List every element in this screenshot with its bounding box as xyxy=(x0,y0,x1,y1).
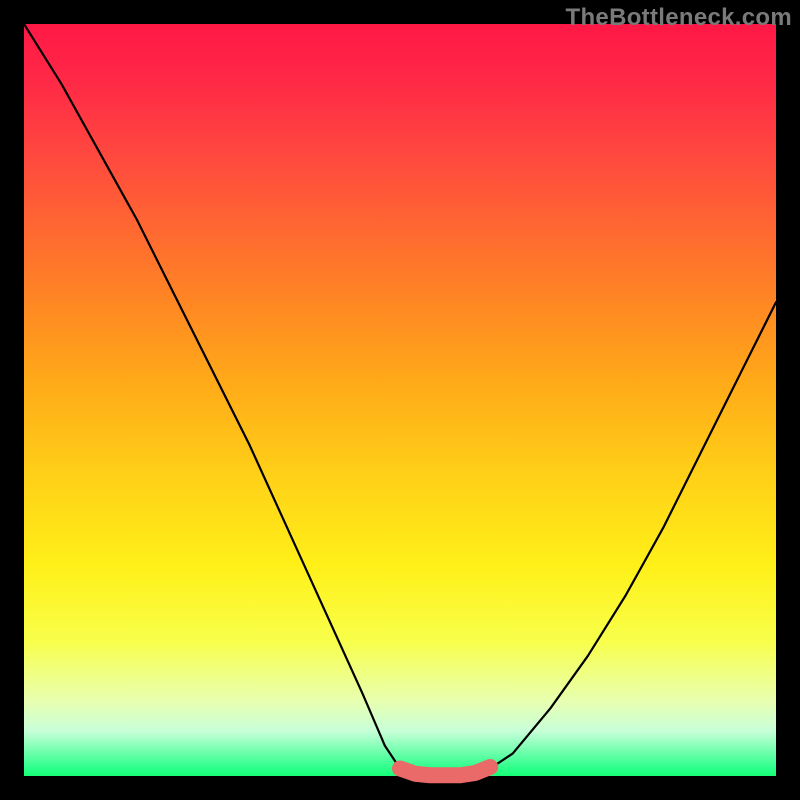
plot-right-curve xyxy=(490,302,776,768)
plot-valley-highlight xyxy=(400,767,490,775)
chart-plot-area xyxy=(24,24,776,776)
chart-stage: TheBottleneck.com xyxy=(0,0,800,800)
plot-left-curve xyxy=(24,24,400,768)
watermark-text: TheBottleneck.com xyxy=(566,4,792,32)
chart-svg xyxy=(24,24,776,776)
